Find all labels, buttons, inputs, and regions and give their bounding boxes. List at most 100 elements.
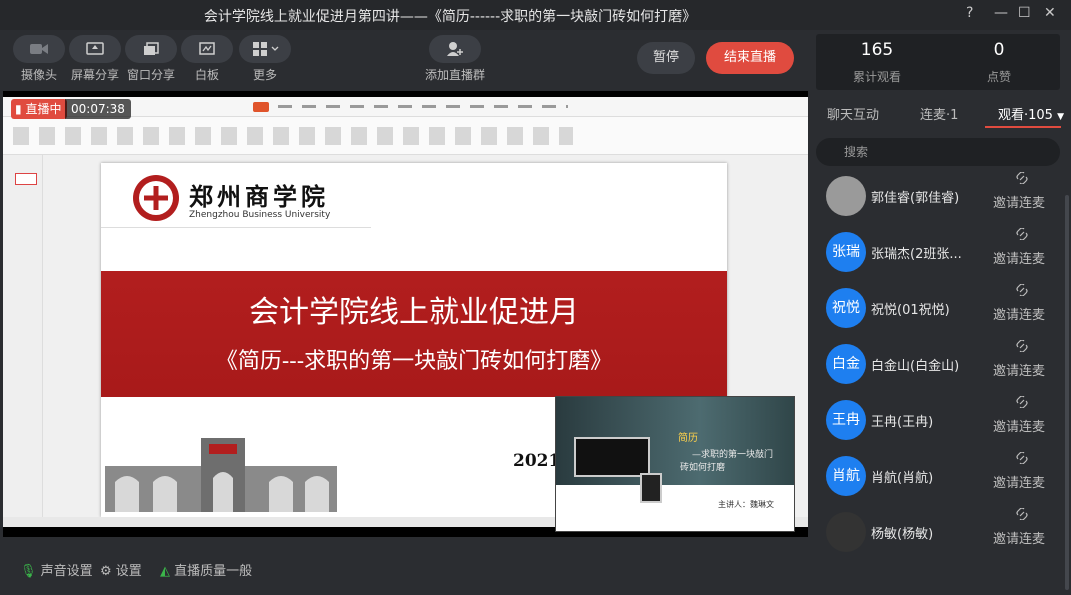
pip-line2: 砖如何打磨 [680, 463, 726, 473]
slide-thumbnails [3, 155, 43, 517]
tab-viewers[interactable]: 观看·105 ▼ [998, 104, 1064, 123]
title-banner: 会计学院线上就业促进月 《简历---求职的第一块敲门砖如何打磨》 [101, 271, 727, 397]
whiteboard-label: 白板 [194, 68, 219, 82]
link-icon [1016, 284, 1028, 296]
bottom-bar: 🎙 声音设置 ⚙ 设置 ◭ 直播质量一般 [0, 540, 808, 595]
avatar: 张瑞 [826, 232, 866, 272]
camera-button[interactable]: 摄像头 [12, 35, 66, 83]
live-label: 直播中 [25, 102, 62, 116]
slide-subheading: 《简历---求职的第一块敲门砖如何打磨》 [215, 349, 613, 374]
viewer-row: 杨敏(杨敏) 邀请连麦 [810, 504, 1071, 560]
settings-label: 设置 [115, 564, 142, 579]
add-group-button[interactable]: 添加直播群 [425, 35, 485, 83]
whiteboard-button[interactable]: 白板 [180, 35, 234, 83]
pause-button[interactable]: 暂停 [637, 42, 695, 74]
camera-preview[interactable]: 简历 —求职的第一块敲门 砖如何打磨 主讲人：魏琳文 [555, 396, 795, 532]
window-share-icon [144, 42, 159, 55]
avatar [826, 176, 866, 216]
active-tab-indicator [985, 126, 1061, 128]
minimize-icon[interactable]: — [994, 5, 1008, 21]
invite-mic-button[interactable]: 邀请连麦 [993, 472, 1045, 491]
tab-chat[interactable]: 聊天互动 [827, 104, 879, 123]
more-button[interactable]: 更多 [238, 35, 292, 83]
gear-icon: ⚙ [100, 564, 112, 579]
side-panel: 165 累计观看 0 点赞 聊天互动 连麦·1 观看·105 ▼ 搜索 郭佳睿(… [810, 30, 1071, 595]
live-indicator: ▮ 直播中 [11, 99, 68, 119]
maximize-icon[interactable]: ☐ [1018, 5, 1031, 21]
live-quality-indicator[interactable]: ◭ 直播质量一般 [160, 560, 252, 579]
live-timer: 00:07:38 [65, 99, 131, 119]
whiteboard-icon [199, 42, 215, 55]
link-icon [1016, 508, 1028, 520]
ppt-ribbon [3, 117, 808, 155]
close-icon[interactable]: ✕ [1044, 5, 1056, 21]
search-input[interactable]: 搜索 [816, 138, 1060, 166]
link-icon [1016, 340, 1028, 352]
link-icon [1016, 452, 1028, 464]
window-share-label: 窗口分享 [126, 68, 175, 82]
invite-mic-button[interactable]: 邀请连麦 [993, 192, 1045, 211]
more-label: 更多 [252, 68, 277, 82]
audio-settings-button[interactable]: 🎙 声音设置 [20, 560, 93, 579]
viewer-name: 郭佳睿(郭佳睿) [871, 191, 960, 206]
caret-down-icon: ▼ [1057, 112, 1065, 122]
add-user-icon [447, 42, 463, 56]
signal-icon: ◭ [160, 564, 170, 579]
viewer-row: 郭佳睿(郭佳睿) 邀请连麦 [810, 168, 1071, 224]
school-english-name: Zhengzhou Business University [189, 210, 331, 220]
pip-title: 简历 [678, 433, 698, 444]
invite-mic-button[interactable]: 邀请连麦 [993, 304, 1045, 323]
grid-icon [253, 42, 279, 56]
viewer-name: 王冉(王冉) [871, 415, 934, 430]
invite-mic-button[interactable]: 邀请连麦 [993, 528, 1045, 547]
add-group-label: 添加直播群 [425, 68, 486, 82]
scrollbar[interactable] [1065, 195, 1069, 590]
likes-label: 点赞 [986, 70, 1011, 84]
pip-speaker: 主讲人：魏琳文 [718, 500, 774, 509]
invite-mic-button[interactable]: 邀请连麦 [993, 416, 1045, 435]
help-icon[interactable]: ? [966, 5, 973, 21]
viewer-row: 白金 白金山(白金山) 邀请连麦 [810, 336, 1071, 392]
live-quality-label: 直播质量一般 [174, 564, 253, 579]
school-logo [133, 175, 179, 221]
end-live-button[interactable]: 结束直播 [706, 42, 794, 74]
viewer-name: 肖航(肖航) [871, 471, 934, 486]
tab-viewers-label: 观看·105 [998, 108, 1053, 123]
slide-year: 2021 [513, 451, 561, 471]
window-share-button[interactable]: 窗口分享 [124, 35, 178, 83]
viewer-name: 杨敏(杨敏) [871, 527, 934, 542]
school-name: 郑州商学院 [189, 182, 329, 211]
pip-line1: —求职的第一块敲门 [692, 450, 774, 460]
stats-box: 165 累计观看 0 点赞 [816, 34, 1060, 90]
audio-settings-label: 声音设置 [40, 564, 93, 579]
title-bar: 会计学院线上就业促进月第四讲——《简历------求职的第一块敲门砖如何打磨》 … [0, 0, 1071, 30]
viewer-name: 祝悦(01祝悦) [871, 303, 950, 318]
viewer-row: 张瑞 张瑞杰(2班张... 邀请连麦 [810, 224, 1071, 280]
tab-mic[interactable]: 连麦·1 [920, 104, 958, 123]
avatar: 王冉 [826, 400, 866, 440]
screen-share-button[interactable]: 屏幕分享 [68, 35, 122, 83]
likes-count: 0 [993, 40, 1005, 60]
screen-share-label: 屏幕分享 [70, 68, 119, 82]
viewer-row: 王冉 王冉(王冉) 邀请连麦 [810, 392, 1071, 448]
settings-button[interactable]: ⚙ 设置 [100, 560, 142, 579]
link-icon [1016, 228, 1028, 240]
camera-icon [30, 44, 48, 54]
camera-label: 摄像头 [20, 68, 57, 82]
live-stage: 郑州商学院 Zhengzhou Business University 会计学院… [3, 91, 808, 537]
gate-image [105, 438, 337, 512]
live-bars-icon: ▮ [15, 102, 22, 116]
slide-heading: 会计学院线上就业促进月 [249, 295, 579, 330]
viewer-row: 肖航 肖航(肖航) 邀请连麦 [810, 448, 1071, 504]
viewer-name: 张瑞杰(2班张... [871, 247, 962, 262]
link-icon [1016, 396, 1028, 408]
viewer-row: 祝悦 祝悦(01祝悦) 邀请连麦 [810, 280, 1071, 336]
invite-mic-button[interactable]: 邀请连麦 [993, 360, 1045, 379]
invite-mic-button[interactable]: 邀请连麦 [993, 248, 1045, 267]
viewer-name: 白金山(白金山) [871, 359, 960, 374]
total-views-label: 累计观看 [852, 70, 901, 84]
total-views-count: 165 [860, 40, 894, 60]
avatar: 祝悦 [826, 288, 866, 328]
avatar: 肖航 [826, 456, 866, 496]
link-icon [1016, 172, 1028, 184]
